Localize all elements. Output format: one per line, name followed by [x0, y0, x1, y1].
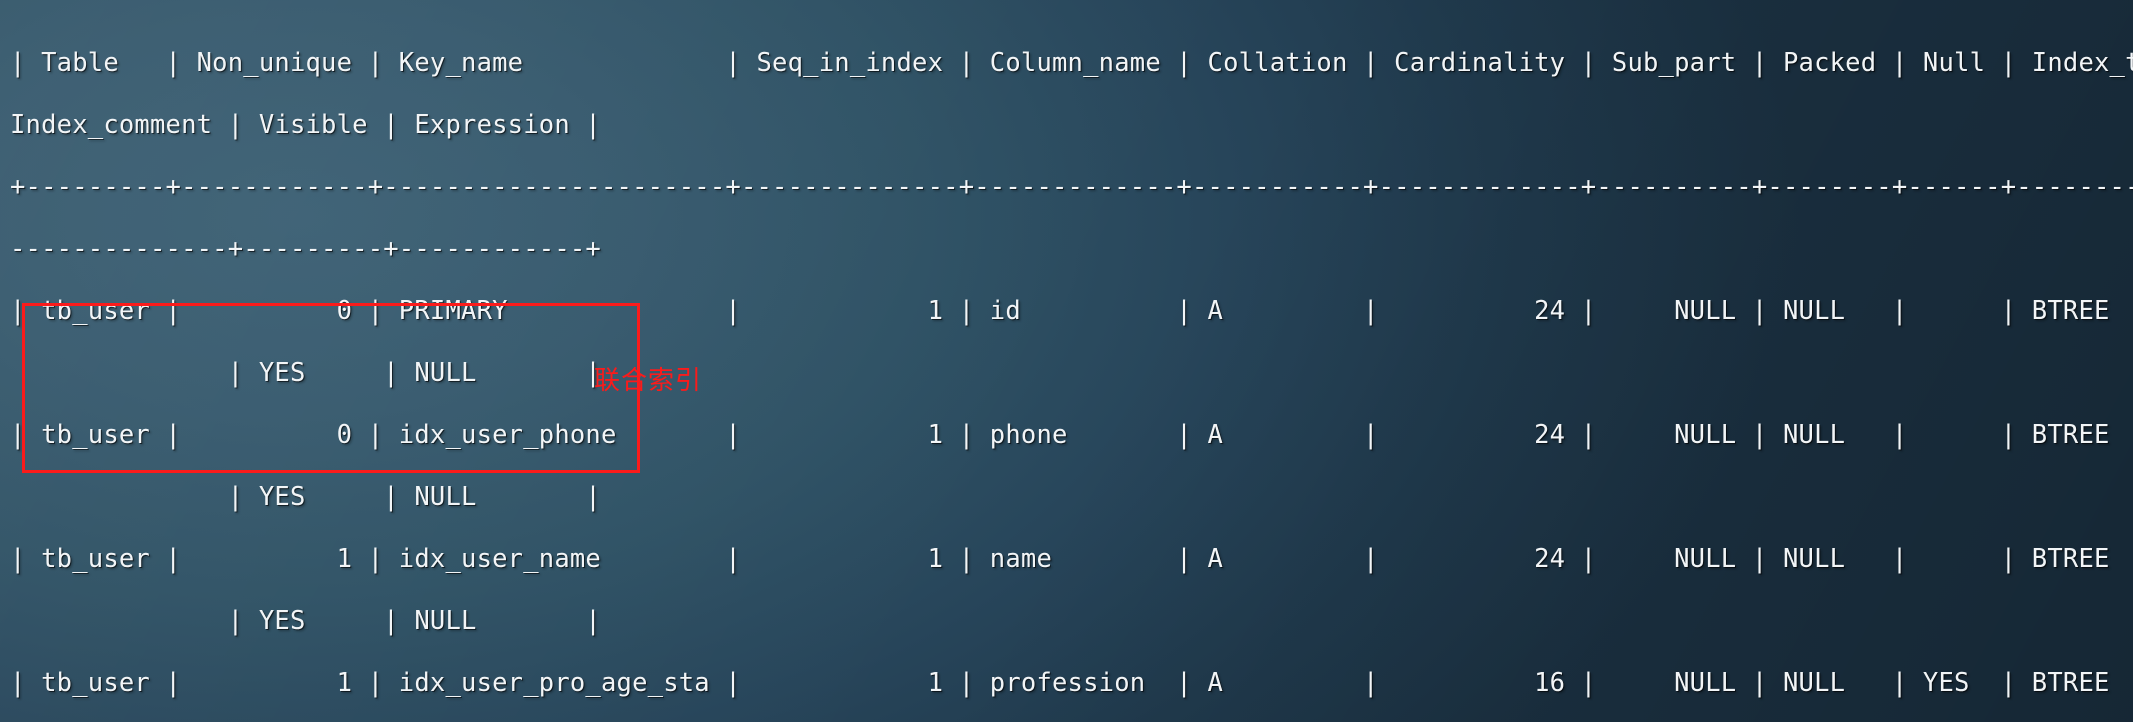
- composite-index-annotation-label: 联合索引: [594, 366, 703, 396]
- table-row: | tb_user | 1 | idx_user_name | 1 | name…: [10, 543, 2110, 574]
- table-row-wrap: | YES | NULL |: [10, 357, 601, 388]
- output-line: Index_comment | Visible | Expression |: [10, 109, 601, 140]
- table-separator-line: --------------+---------+------------+: [10, 233, 601, 264]
- table-row-wrap: | YES | NULL |: [10, 714, 2133, 722]
- output-line: | Table | Non_unique | Key_name | Seq_in…: [10, 47, 2133, 78]
- table-row: | tb_user | 0 | PRIMARY | 1 | id | A | 2…: [10, 295, 2110, 326]
- table-row-wrap: | YES | NULL |: [10, 605, 601, 636]
- mysql-show-index-output: | Table | Non_unique | Key_name | Seq_in…: [0, 26, 2133, 722]
- table-row: | tb_user | 0 | idx_user_phone | 1 | pho…: [10, 419, 2110, 450]
- terminal-window: | Table | Non_unique | Key_name | Seq_in…: [0, 0, 2133, 722]
- table-row: | tb_user | 1 | idx_user_pro_age_sta | 1…: [10, 667, 2110, 698]
- table-separator-line: +---------+------------+----------------…: [10, 171, 2133, 202]
- table-row-wrap: | YES | NULL |: [10, 481, 601, 512]
